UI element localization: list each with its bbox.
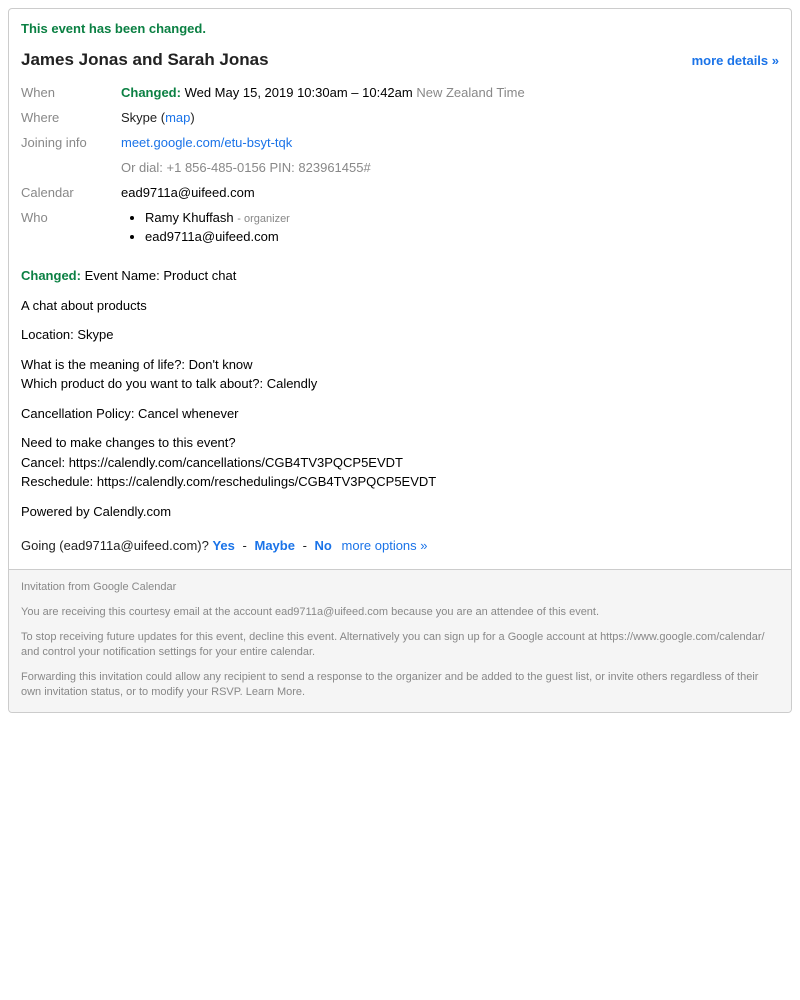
main-content: This event has been changed. James Jonas… bbox=[9, 9, 791, 569]
desc-line: Need to make changes to this event? bbox=[21, 434, 779, 452]
desc-changed-label: Changed: bbox=[21, 268, 81, 283]
event-title: James Jonas and Sarah Jonas bbox=[21, 50, 269, 70]
who-list: Ramy Khuffash - organizer ead9711a@uifee… bbox=[121, 210, 779, 244]
row-who: Who Ramy Khuffash - organizer ead9711a@u… bbox=[21, 205, 779, 253]
when-datetime: Wed May 15, 2019 10:30am – 10:42am bbox=[185, 85, 413, 100]
desc-line: Powered by Calendly.com bbox=[21, 503, 779, 521]
desc-line: Cancellation Policy: Cancel whenever bbox=[21, 405, 779, 423]
when-tz: New Zealand Time bbox=[416, 85, 524, 100]
map-link[interactable]: map bbox=[165, 110, 190, 125]
meet-link[interactable]: meet.google.com/etu-bsyt-tqk bbox=[121, 135, 292, 150]
value-when: Changed: Wed May 15, 2019 10:30am – 10:4… bbox=[121, 80, 779, 105]
rsvp-no[interactable]: No bbox=[315, 538, 332, 553]
attendee-email: ead9711a@uifeed.com bbox=[145, 229, 279, 244]
desc-line: A chat about products bbox=[21, 297, 779, 315]
label-calendar: Calendar bbox=[21, 180, 121, 205]
dial-info: Or dial: +1 856-485-0156 PIN: 823961455# bbox=[121, 160, 779, 175]
row-when: When Changed: Wed May 15, 2019 10:30am –… bbox=[21, 80, 779, 105]
more-options-link[interactable]: more options » bbox=[342, 538, 428, 553]
going-text: Going (ead9711a@uifeed.com)? bbox=[21, 538, 212, 553]
attendee-name: Ramy Khuffash bbox=[145, 210, 234, 225]
desc-line: Location: Skype bbox=[21, 326, 779, 344]
when-changed-label: Changed: bbox=[121, 85, 181, 100]
value-where: Skype (map) bbox=[121, 105, 779, 130]
where-suffix: ) bbox=[190, 110, 194, 125]
label-who: Who bbox=[21, 205, 121, 253]
attendee-item: Ramy Khuffash - organizer bbox=[145, 210, 779, 225]
more-details-link[interactable]: more details » bbox=[692, 53, 779, 68]
value-who: Ramy Khuffash - organizer ead9711a@uifee… bbox=[121, 205, 779, 253]
event-card: This event has been changed. James Jonas… bbox=[8, 8, 792, 713]
value-calendar: ead9711a@uifeed.com bbox=[121, 180, 779, 205]
footer-line: You are receiving this courtesy email at… bbox=[21, 605, 779, 620]
footer-line: Invitation from Google Calendar bbox=[21, 580, 779, 595]
desc-event-name: Event Name: Product chat bbox=[85, 268, 237, 283]
rsvp-sep: - bbox=[303, 538, 307, 553]
label-where: Where bbox=[21, 105, 121, 130]
where-prefix: Skype ( bbox=[121, 110, 165, 125]
desc-line: Cancel: https://calendly.com/cancellatio… bbox=[21, 454, 779, 472]
details-table: When Changed: Wed May 15, 2019 10:30am –… bbox=[21, 80, 779, 253]
desc-line: Reschedule: https://calendly.com/resched… bbox=[21, 473, 779, 491]
row-calendar: Calendar ead9711a@uifeed.com bbox=[21, 180, 779, 205]
value-joining: meet.google.com/etu-bsyt-tqk Or dial: +1… bbox=[121, 130, 779, 180]
event-description: Changed: Event Name: Product chat A chat… bbox=[21, 267, 779, 520]
rsvp-maybe[interactable]: Maybe bbox=[254, 538, 294, 553]
row-where: Where Skype (map) bbox=[21, 105, 779, 130]
desc-line: Which product do you want to talk about?… bbox=[21, 375, 779, 393]
label-joining: Joining info bbox=[21, 130, 121, 180]
footer-line: To stop receiving future updates for thi… bbox=[21, 630, 779, 660]
going-row: Going (ead9711a@uifeed.com)? Yes - Maybe… bbox=[21, 538, 779, 561]
desc-line: Changed: Event Name: Product chat bbox=[21, 267, 779, 285]
attendee-item: ead9711a@uifeed.com bbox=[145, 229, 779, 244]
row-joining: Joining info meet.google.com/etu-bsyt-tq… bbox=[21, 130, 779, 180]
organizer-tag: - organizer bbox=[237, 213, 290, 225]
rsvp-sep: - bbox=[243, 538, 247, 553]
changed-banner: This event has been changed. bbox=[21, 21, 779, 36]
title-row: James Jonas and Sarah Jonas more details… bbox=[21, 50, 779, 70]
footer: Invitation from Google Calendar You are … bbox=[9, 569, 791, 711]
desc-line: What is the meaning of life?: Don't know bbox=[21, 356, 779, 374]
rsvp-yes[interactable]: Yes bbox=[212, 538, 234, 553]
footer-line: Forwarding this invitation could allow a… bbox=[21, 670, 779, 700]
label-when: When bbox=[21, 80, 121, 105]
